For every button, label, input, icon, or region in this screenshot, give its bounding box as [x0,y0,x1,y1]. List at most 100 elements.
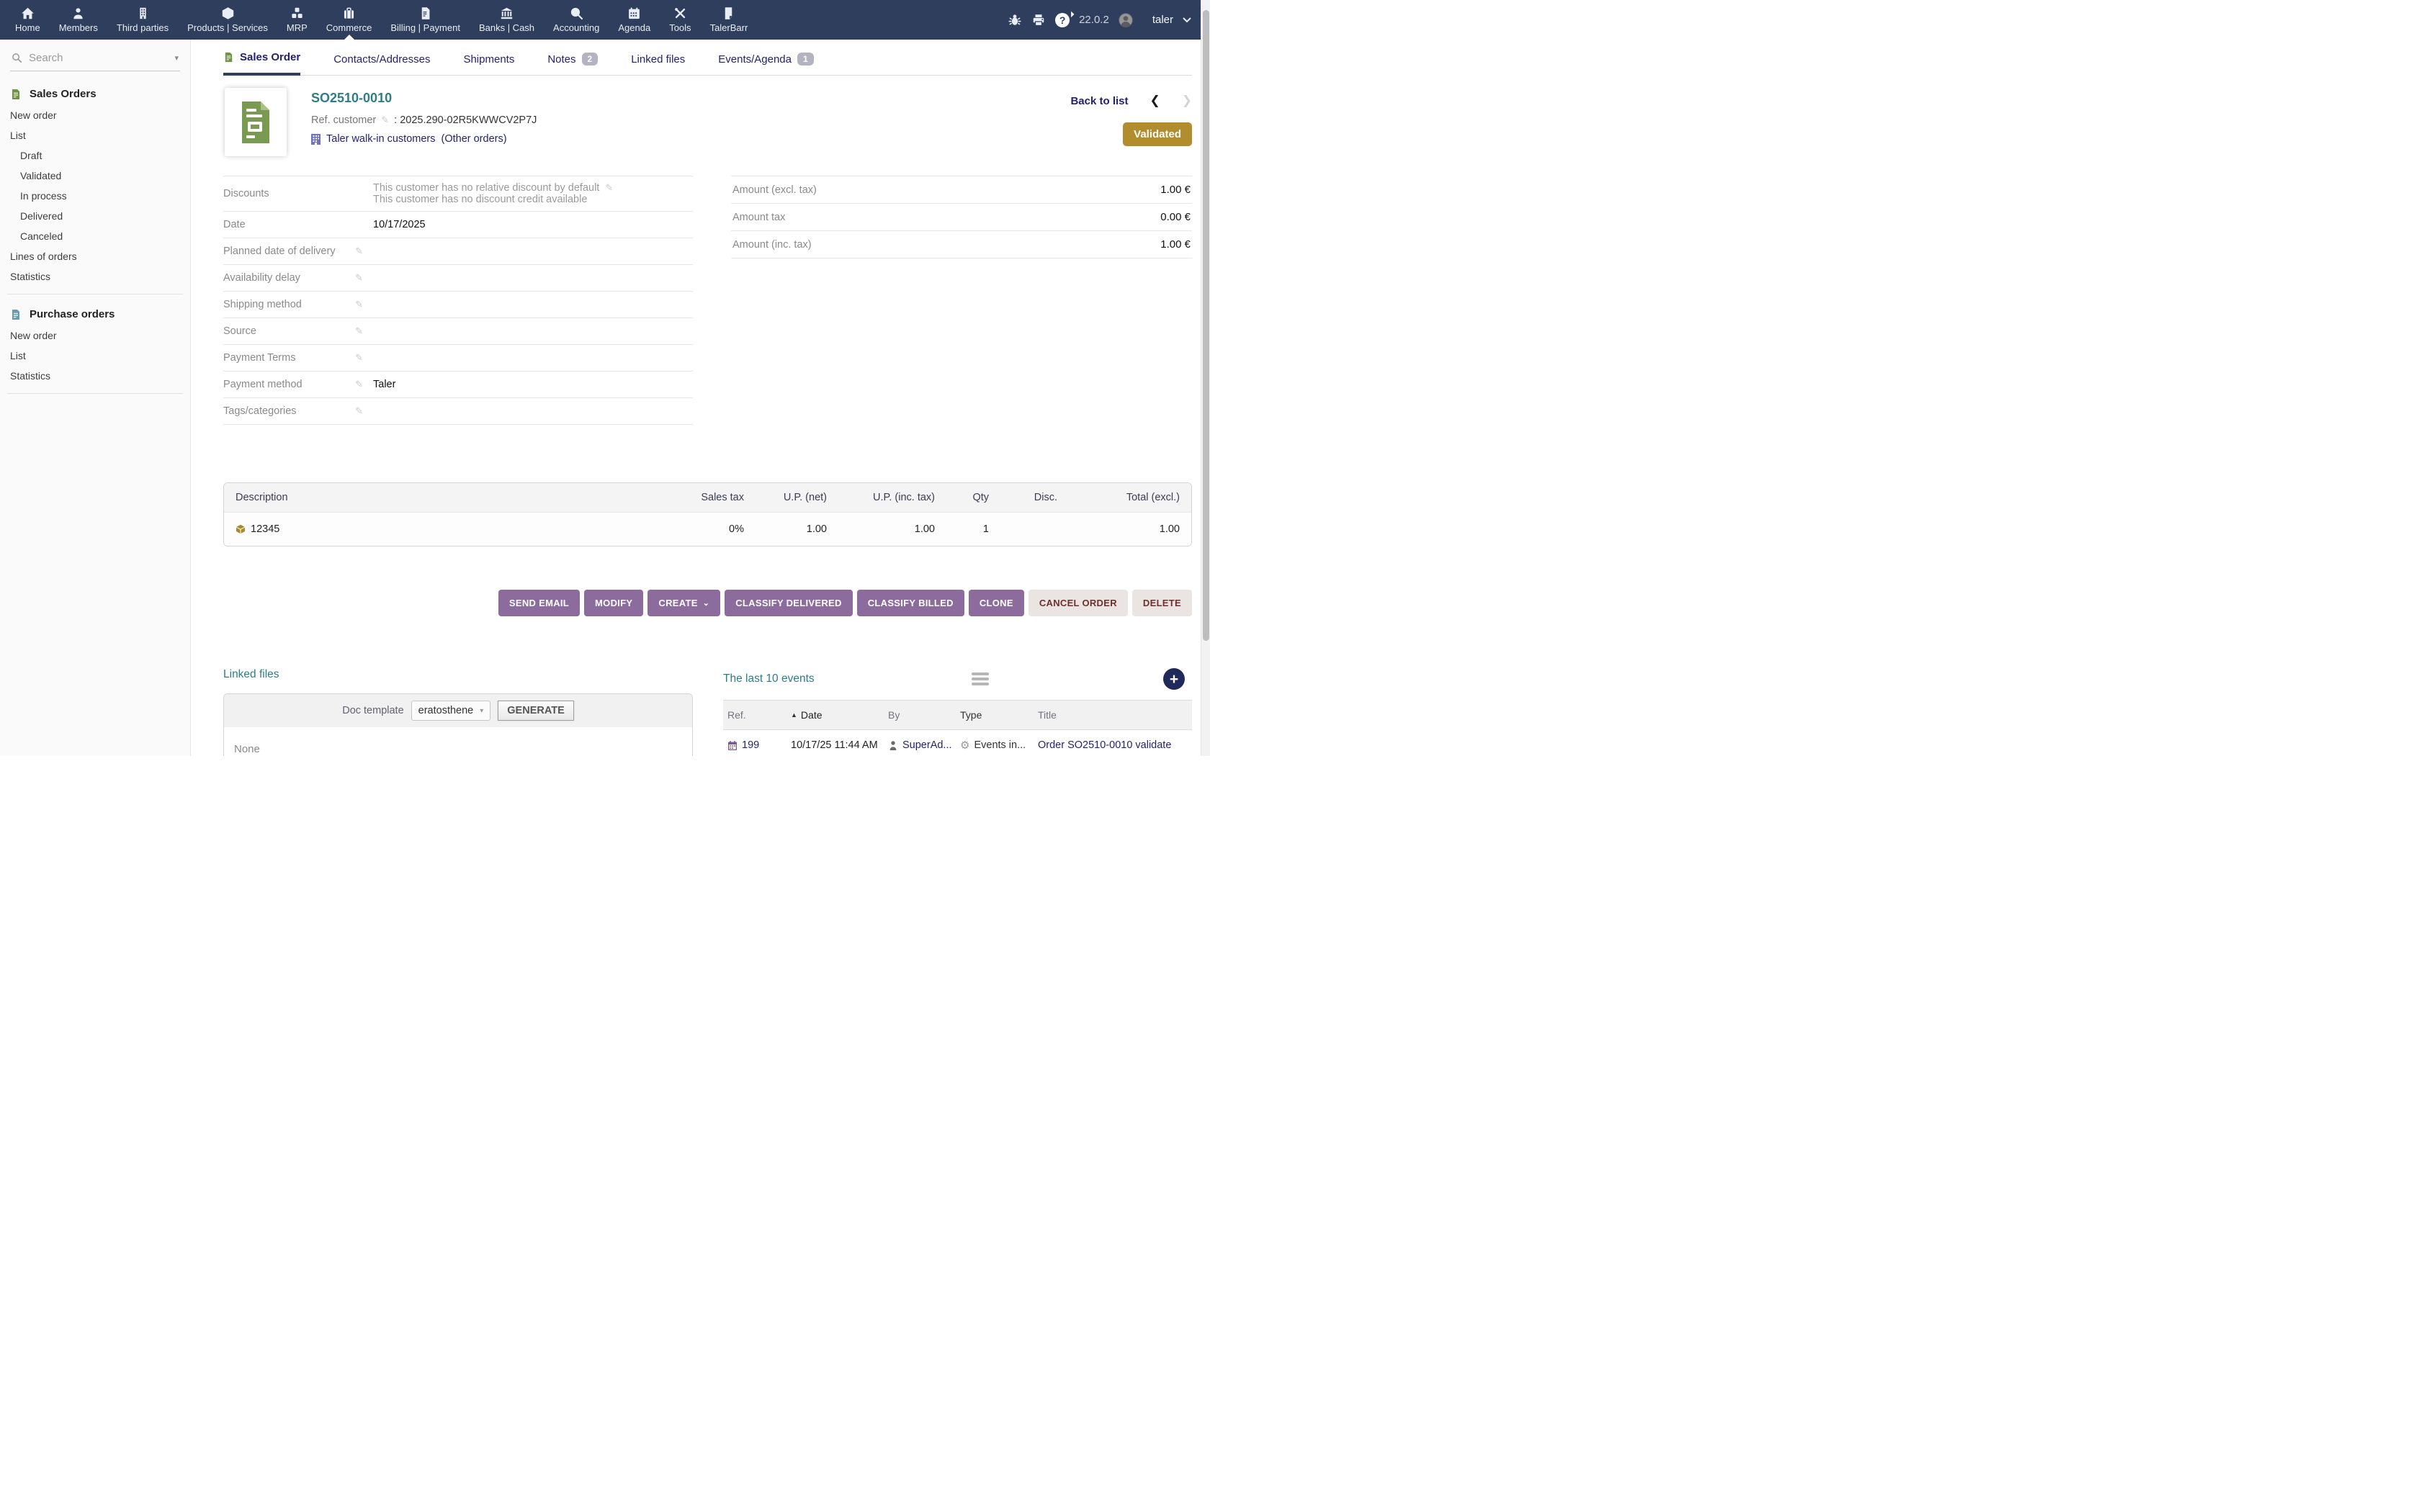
events-col-date[interactable]: ▲Date [791,709,888,721]
sidebar-item-canceled[interactable]: Canceled [0,226,190,246]
sidebar-section-sales-orders[interactable]: Sales Orders [0,81,190,105]
back-to-list-link[interactable]: Back to list [1070,95,1128,107]
amount-label: Amount tax [732,212,785,223]
search-input[interactable] [29,52,168,64]
nav-label: Tools [669,22,691,33]
clone-button[interactable]: CLONE [969,590,1024,616]
generate-button[interactable]: GENERATE [498,701,574,721]
nav-item-talerbarr[interactable]: TalerBarr [701,0,758,40]
nav-item-tools[interactable]: Tools [660,0,700,40]
edit-source-pencil-icon[interactable]: ✎ [355,325,363,337]
field-label: Availability delay [223,272,300,284]
delete-button[interactable]: DELETE [1132,590,1192,616]
sidebar-item-list[interactable]: List [0,125,190,145]
event-ref-link[interactable]: 199 [742,739,759,751]
sidebar-item-new-order[interactable]: New order [0,105,190,125]
sidebar-item-lines-of-orders[interactable]: Lines of orders [0,246,190,266]
create-dropdown-button[interactable]: CREATE⌄ [647,590,720,616]
nav-item-banks-cash[interactable]: Banks | Cash [470,0,544,40]
tab-shipments[interactable]: Shipments [463,53,514,75]
tab-linked-files[interactable]: Linked files [631,53,685,75]
next-record-chevron-icon[interactable]: ❯ [1182,94,1192,108]
search-scope-caret-icon[interactable]: ▾ [174,53,179,63]
left-menu: ▾ Sales Orders New order List Draft Vali… [0,40,191,756]
page-vertical-scrollbar[interactable] [1201,0,1210,756]
tab-sales-order[interactable]: Sales Order [223,51,300,76]
nav-label: Agenda [618,22,650,33]
object-tabs: Sales Order Contacts/Addresses Shipments… [223,51,1192,76]
nav-item-members[interactable]: Members [50,0,107,40]
edit-payment-terms-pencil-icon[interactable]: ✎ [355,352,363,364]
classify-delivered-button[interactable]: CLASSIFY DELIVERED [725,590,852,616]
mrp-icon [290,6,304,20]
nav-item-third-parties[interactable]: Third parties [107,0,178,40]
sidebar-section-purchase-orders[interactable]: Purchase orders [0,302,190,325]
thirdparty-link[interactable]: Taler walk-in customers [326,133,436,145]
other-orders-link[interactable]: (Other orders) [442,133,507,145]
modify-button[interactable]: MODIFY [584,590,643,616]
order-document-thumbnail[interactable] [225,88,287,156]
company-building-icon [311,134,321,145]
nav-item-billing-payment[interactable]: Billing | Payment [381,0,470,40]
pagination-row: Back to list ❮ ❯ [1070,94,1192,108]
sidebar-menu: Sales Orders New order List Draft Valida… [0,71,190,394]
sidebar-item-delivered[interactable]: Delivered [0,206,190,226]
nav-item-home[interactable]: Home [6,0,50,40]
edit-planned-delivery-pencil-icon[interactable]: ✎ [355,246,363,257]
sort-asc-icon: ▲ [791,711,797,719]
tab-label: Events/Agenda [718,53,792,66]
user-menu[interactable]: taler [1152,14,1173,26]
sidebar-item-po-list[interactable]: List [0,346,190,366]
tab-events-agenda[interactable]: Events/Agenda1 [718,53,813,75]
tab-contacts-addresses[interactable]: Contacts/Addresses [333,53,430,75]
send-email-button[interactable]: SEND EMAIL [498,590,580,616]
user-avatar[interactable] [1119,8,1143,32]
edit-discount-pencil-icon[interactable]: ✎ [605,182,613,194]
sidebar-item-po-new-order[interactable]: New order [0,325,190,346]
list-view-toggle-icon[interactable] [972,672,989,685]
debug-bug-icon[interactable] [1008,13,1022,27]
edit-tags-pencil-icon[interactable]: ✎ [355,405,363,417]
col-label: Type [960,709,982,721]
nav-item-agenda[interactable]: Agenda [609,0,660,40]
print-icon[interactable] [1031,13,1046,27]
event-author-link[interactable]: SuperAd... [902,739,952,751]
events-col-ref[interactable]: Ref. [727,709,791,721]
payment-method-value: Taler [373,379,693,390]
sidebar-item-in-process[interactable]: In process [0,186,190,206]
nav-item-accounting[interactable]: Accounting [544,0,609,40]
events-col-title[interactable]: Title [1038,709,1192,721]
doc-template-label: Doc template [342,705,403,716]
tab-notes[interactable]: Notes2 [547,53,598,75]
add-event-button[interactable]: + [1163,668,1185,690]
nav-label: MRP [287,22,308,33]
edit-shipping-pencil-icon[interactable]: ✎ [355,299,363,310]
sidebar-item-validated[interactable]: Validated [0,166,190,186]
create-caret-icon: ⌄ [703,598,710,608]
previous-record-chevron-icon[interactable]: ❮ [1150,94,1160,108]
sidebar-divider [7,393,183,394]
edit-ref-customer-pencil-icon[interactable]: ✎ [381,114,389,126]
product-ref-link[interactable]: 12345 [251,523,279,535]
order-lines-table: Description Sales tax U.P. (net) U.P. (i… [223,482,1192,546]
field-label: Payment method [223,379,302,390]
nav-item-products-services[interactable]: Products | Services [178,0,277,40]
sidebar-item-po-statistics[interactable]: Statistics [0,366,190,386]
edit-payment-method-pencil-icon[interactable]: ✎ [355,379,363,390]
user-menu-chevron-down-icon[interactable] [1183,14,1191,27]
sidebar-item-draft[interactable]: Draft [0,145,190,166]
nav-item-commerce[interactable]: Commerce [317,0,382,40]
field-row-planned-delivery: Planned date of delivery✎ [223,238,693,265]
events-col-by[interactable]: By [888,709,960,721]
event-title-link[interactable]: Order SO2510-0010 validate [1038,739,1171,751]
sidebar-item-statistics[interactable]: Statistics [0,266,190,287]
help-icon[interactable]: ? [1055,13,1070,27]
scrollbar-thumb[interactable] [1203,10,1209,641]
nav-item-mrp[interactable]: MRP [277,0,317,40]
classify-billed-button[interactable]: CLASSIFY BILLED [857,590,964,616]
edit-availability-pencil-icon[interactable]: ✎ [355,272,363,284]
events-col-type[interactable]: Type [960,709,1038,721]
cancel-order-button[interactable]: CANCEL ORDER [1028,590,1128,616]
doc-template-select[interactable]: eratosthene ▾ [411,701,491,721]
nav-label: Members [59,22,98,33]
